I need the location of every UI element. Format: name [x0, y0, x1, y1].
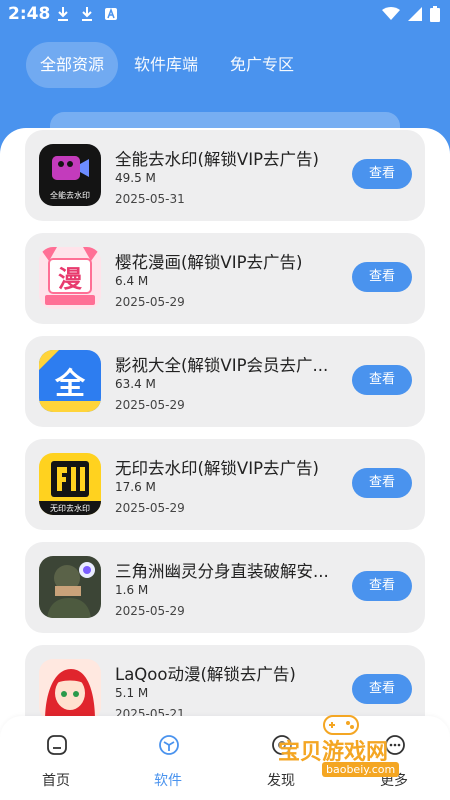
app-size: 17.6 M [115, 480, 156, 494]
nav-item-home[interactable]: 首页 [0, 716, 112, 800]
delta-force-icon [39, 556, 101, 618]
app-card[interactable]: 漫 樱花漫画(解锁VIP去广告) 6.4 M 2025-05-29 查看 [25, 233, 425, 324]
watermark-logo: 宝贝游戏网 baobeiy.com [278, 712, 428, 782]
laqoo-anime-icon [39, 659, 101, 721]
view-button[interactable]: 查看 [352, 468, 412, 498]
app-date: 2025-05-29 [115, 501, 185, 515]
nav-item-software[interactable]: 软件 [112, 716, 224, 800]
app-name: 樱花漫画(解锁VIP去广告) [115, 253, 303, 272]
app-size: 1.6 M [115, 583, 149, 597]
nav-label: 首页 [42, 773, 70, 789]
status-bar: 2:48 [0, 0, 450, 32]
app-card[interactable]: 全能去水印 全能去水印(解锁VIP去广告) 49.5 M 2025-05-31 … [25, 130, 425, 221]
tab-ad-free[interactable]: 免广专区 [214, 42, 310, 88]
wifi-icon [382, 7, 400, 20]
app-name: 无印去水印(解锁VIP去广告) [115, 459, 319, 478]
tab-all-resources[interactable]: 全部资源 [26, 42, 119, 88]
battery-icon [430, 6, 440, 22]
app-card[interactable]: 全 影视大全(解锁VIP会员去广... 63.4 M 2025-05-29 查看 [25, 336, 425, 427]
category-tabs: 全部资源 软件库端 免广专区 [26, 42, 310, 88]
home-icon [47, 735, 67, 755]
font-a-icon [105, 7, 117, 20]
app-name: 全能去水印(解锁VIP去广告) [115, 150, 319, 169]
download-icon [82, 7, 92, 21]
icon-caption: 无印去水印 [50, 503, 90, 513]
download-icon [58, 7, 68, 21]
app-date: 2025-05-31 [115, 192, 185, 206]
status-icons-right [382, 6, 440, 22]
app-card[interactable]: 无印去水印 无印去水印(解锁VIP去广告) 17.6 M 2025-05-29 … [25, 439, 425, 530]
app-size: 63.4 M [115, 377, 156, 391]
app-name: 三角洲幽灵分身直装破解安... [115, 562, 329, 581]
nav-label: 软件 [154, 773, 182, 789]
app-name: LaQoo动漫(解锁去广告) [115, 665, 296, 684]
view-button[interactable]: 查看 [352, 571, 412, 601]
view-button[interactable]: 查看 [352, 365, 412, 395]
app-date: 2025-05-29 [115, 295, 185, 309]
status-icons-left [56, 6, 118, 22]
icon-caption: 全 [54, 367, 86, 402]
app-size: 6.4 M [115, 274, 149, 288]
app-card[interactable]: 三角洲幽灵分身直装破解安... 1.6 M 2025-05-29 查看 [25, 542, 425, 633]
signal-icon [408, 7, 422, 21]
view-button[interactable]: 查看 [352, 674, 412, 704]
app-size: 5.1 M [115, 686, 149, 700]
app-name: 影视大全(解锁VIP会员去广... [115, 356, 329, 375]
wuyin-watermark-icon: 无印去水印 [39, 453, 101, 515]
app-size: 49.5 M [115, 171, 156, 185]
app-date: 2025-05-29 [115, 398, 185, 412]
app-date: 2025-05-29 [115, 604, 185, 618]
watermark-remover-icon: 全能去水印 [39, 144, 101, 206]
status-time: 2:48 [8, 4, 51, 24]
tab-software-library[interactable]: 软件库端 [118, 42, 214, 88]
video-collection-icon: 全 [39, 350, 101, 412]
sakura-comic-icon: 漫 [39, 247, 101, 309]
software-box-icon [159, 735, 179, 755]
view-button[interactable]: 查看 [352, 262, 412, 292]
view-button[interactable]: 查看 [352, 159, 412, 189]
icon-caption: 全能去水印 [50, 190, 90, 200]
icon-caption: 漫 [58, 265, 82, 293]
watermark-url: baobeiy.com [322, 762, 400, 777]
